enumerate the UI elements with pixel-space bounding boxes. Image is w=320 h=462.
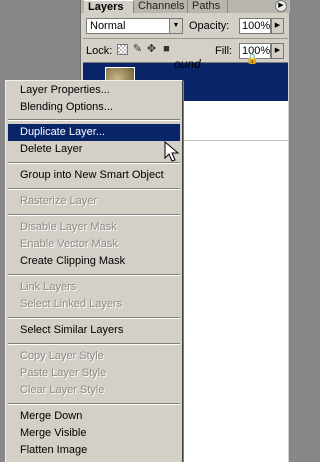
- menu-item-layer-properties[interactable]: Layer Properties...: [8, 82, 180, 99]
- menu-item-blending-options[interactable]: Blending Options...: [8, 99, 180, 116]
- menu-separator: [8, 162, 180, 164]
- transparency-lock-icon[interactable]: [117, 44, 128, 55]
- menu-separator: [8, 274, 180, 276]
- menu-item-duplicate-layer[interactable]: Duplicate Layer...: [8, 124, 180, 141]
- menu-item-merge-down[interactable]: Merge Down: [8, 408, 180, 425]
- menu-item-select-similar-layers[interactable]: Select Similar Layers: [8, 322, 180, 339]
- blend-mode-value: Normal: [90, 20, 126, 32]
- menu-item-group-smart-object[interactable]: Group into New Smart Object: [8, 167, 180, 184]
- padlock-icon: 🔒: [246, 54, 259, 65]
- menu-separator: [8, 188, 180, 190]
- tab-layers[interactable]: Layers: [84, 0, 134, 13]
- menu-item-clear-layer-style: Clear Layer Style: [20, 384, 105, 396]
- menu-item-link-layers: Link Layers: [20, 281, 77, 293]
- tab-channels[interactable]: Channels: [134, 0, 188, 13]
- menu-item-create-clipping-mask[interactable]: Create Clipping Mask: [8, 253, 180, 270]
- layer-context-menu: Layer Properties... Blending Options... …: [5, 80, 183, 462]
- blend-mode-select[interactable]: Normal ▼: [86, 18, 183, 34]
- opacity-slider-arrow-icon[interactable]: ▶: [271, 18, 284, 34]
- opacity-label: Opacity:: [189, 20, 230, 32]
- fill-label: Fill:: [215, 45, 233, 57]
- lock-label: Lock:: [86, 45, 113, 57]
- menu-item-rasterize-layer: Rasterize Layer: [20, 195, 98, 207]
- menu-separator: [8, 317, 180, 319]
- background-layer-name: ound: [174, 57, 201, 71]
- menu-item-enable-vector-mask: Enable Vector Mask: [20, 238, 118, 250]
- menu-separator: [8, 343, 180, 345]
- menu-separator: [8, 119, 180, 121]
- fill-slider-arrow-icon[interactable]: ▶: [271, 43, 284, 59]
- menu-item-merge-visible[interactable]: Merge Visible: [8, 425, 180, 442]
- tab-paths[interactable]: Paths: [188, 0, 228, 13]
- menu-item-disable-layer-mask: Disable Layer Mask: [20, 221, 117, 233]
- menu-item-copy-layer-style: Copy Layer Style: [20, 350, 104, 362]
- divider: [83, 38, 288, 39]
- menu-separator: [8, 214, 180, 216]
- menu-item-delete-layer[interactable]: Delete Layer: [8, 141, 180, 158]
- padlock-icon[interactable]: ■: [161, 44, 172, 55]
- move-lock-icon[interactable]: ✥: [146, 44, 157, 55]
- menu-item-select-linked-layers: Select Linked Layers: [20, 298, 123, 310]
- menu-item-paste-layer-style: Paste Layer Style: [20, 367, 107, 379]
- menu-item-flatten-image[interactable]: Flatten Image: [8, 442, 180, 459]
- mouse-cursor-icon: [164, 141, 180, 162]
- brush-lock-icon[interactable]: ✎: [132, 44, 143, 55]
- menu-separator: [8, 403, 180, 405]
- opacity-field[interactable]: 100%: [239, 18, 271, 34]
- panel-tab-bar: Layers Channels Paths ▶: [81, 0, 290, 13]
- chevron-down-icon: ▼: [169, 19, 182, 33]
- panel-menu-icon[interactable]: ▶: [275, 0, 287, 12]
